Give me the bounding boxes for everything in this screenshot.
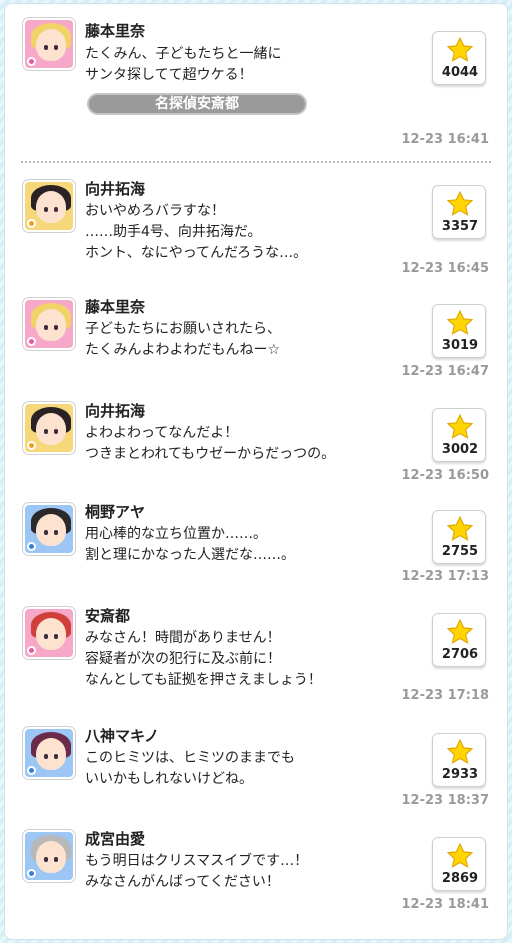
like-count: 3002: [441, 442, 479, 457]
star-icon: [446, 190, 474, 216]
post-timestamp: 12-23 16:47: [401, 364, 489, 379]
avatar[interactable]: [23, 830, 75, 882]
avatar[interactable]: [23, 503, 75, 555]
type-badge-icon: [27, 766, 36, 775]
like-count: 4044: [441, 65, 479, 80]
type-badge-icon: [27, 57, 36, 66]
type-badge-icon: [27, 869, 36, 878]
poster-name: 八神マキノ: [85, 727, 159, 745]
like-count: 2755: [441, 544, 479, 559]
post-message: たくみん、子どもたちと一緒に サンタ探してて超ウケる！: [85, 46, 282, 83]
post-timestamp: 12-23 16:45: [401, 261, 489, 276]
post-message: 用心棒的な立ち位置か……。 割と理にかなった人選だな……。: [85, 526, 295, 563]
post-message: よわよわってなんだよ！ つきまとわれてもウゼーからだっつの。: [85, 425, 336, 462]
type-badge-icon: [27, 542, 36, 551]
star-icon: [446, 738, 474, 764]
like-button[interactable]: 2869: [432, 837, 486, 891]
post-timestamp: 12-23 18:37: [401, 793, 489, 808]
avatar[interactable]: [23, 727, 75, 779]
post-message: このヒミツは、ヒミツのままでも いいかもしれないけどね。: [85, 750, 295, 787]
chat-timeline[interactable]: 藤本里奈 たくみん、子どもたちと一緒に サンタ探してて超ウケる！ 4044 名探…: [4, 3, 508, 940]
like-count: 3019: [441, 338, 479, 353]
star-icon: [446, 413, 474, 439]
like-count: 2869: [441, 871, 479, 886]
like-button[interactable]: 4044: [432, 31, 486, 85]
post-message: おいやめろバラすな！ ……助手4号、向井拓海だ。 ホント、なにやってんだろうな……: [85, 203, 308, 261]
post-timestamp: 12-23 17:18: [401, 688, 489, 703]
poster-name: 桐野アヤ: [85, 503, 146, 521]
type-badge-icon: [27, 337, 36, 346]
type-badge-icon: [27, 646, 36, 655]
poster-name: 成宮由愛: [85, 830, 146, 848]
divider: [21, 161, 491, 163]
like-count: 2706: [441, 647, 479, 662]
post-timestamp: 12-23 16:50: [401, 468, 489, 483]
star-icon: [446, 618, 474, 644]
like-button[interactable]: 2755: [432, 510, 486, 564]
post-message: 子どもたちにお願いされたら、 たくみんよわよわだもんねー☆: [85, 321, 281, 358]
like-count: 3357: [441, 219, 479, 234]
poster-name: 藤本里奈: [85, 22, 146, 40]
poster-name: 向井拓海: [85, 402, 146, 420]
like-count: 2933: [441, 767, 479, 782]
poster-name: 向井拓海: [85, 180, 146, 198]
avatar[interactable]: [23, 298, 75, 350]
like-button[interactable]: 3357: [432, 185, 486, 239]
post-timestamp: 12-23 18:41: [401, 897, 489, 912]
avatar[interactable]: [23, 402, 75, 454]
star-icon: [446, 36, 474, 62]
like-button[interactable]: 3002: [432, 408, 486, 462]
star-icon: [446, 515, 474, 541]
poster-name: 藤本里奈: [85, 298, 146, 316]
like-button[interactable]: 3019: [432, 304, 486, 358]
type-badge-icon: [27, 441, 36, 450]
star-icon: [446, 842, 474, 868]
post-timestamp: 12-23 17:13: [401, 569, 489, 584]
star-icon: [446, 309, 474, 335]
avatar[interactable]: [23, 180, 75, 232]
post-message: もう明日はクリスマスイブです…！ みなさんがんばってください！: [85, 853, 309, 890]
type-badge-icon: [27, 219, 36, 228]
hashtag-badge[interactable]: 名探偵安斎都: [87, 93, 307, 115]
poster-name: 安斎都: [85, 607, 131, 625]
post-message: みなさん！時間がありません！ 容疑者が次の犯行に及ぶ前に！ なんとしても証拠を押…: [85, 630, 322, 688]
post-timestamp: 12-23 16:41: [401, 132, 489, 147]
like-button[interactable]: 2706: [432, 613, 486, 667]
avatar[interactable]: [23, 607, 75, 659]
avatar[interactable]: [23, 18, 75, 70]
like-button[interactable]: 2933: [432, 733, 486, 787]
